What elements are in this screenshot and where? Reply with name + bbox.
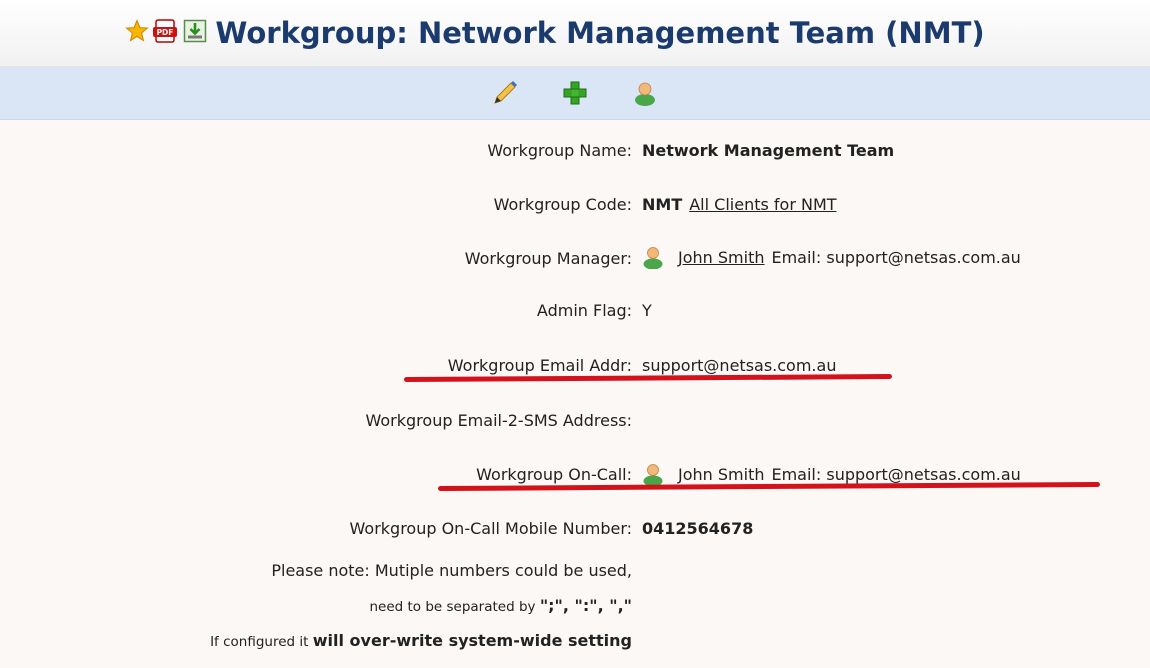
workgroup-email-addr-value: support@netsas.com.au bbox=[642, 356, 837, 375]
row-admin-flag: Admin Flag: Y bbox=[0, 285, 1150, 335]
workgroup-name-value: Network Management Team bbox=[642, 141, 895, 160]
row-workgroup-sms-addr: Workgroup Email-2-SMS Address: bbox=[0, 393, 1150, 449]
row-workgroup-on-call: Workgroup On-Call: John Smith Email: sup… bbox=[0, 448, 1150, 504]
mobile-note-line2-text: need to be separated by bbox=[369, 599, 540, 615]
manager-email-text: Email: support@netsas.com.au bbox=[771, 247, 1021, 267]
row-workgroup-code: Workgroup Code: NMT All Clients for NMT bbox=[0, 182, 1150, 234]
row-workgroup-name: Workgroup Name: Network Management Team bbox=[0, 120, 1150, 183]
title-bar: PDF Workgroup: Network Management Team (… bbox=[0, 0, 1150, 67]
manager-name-link[interactable]: John Smith bbox=[678, 248, 764, 267]
mobile-note-line3-text: If configured it bbox=[210, 634, 313, 650]
on-call-name: John Smith bbox=[678, 464, 765, 484]
row-on-call-mobile: Workgroup On-Call Mobile Number: 0412564… bbox=[0, 503, 1150, 668]
edit-pencil-icon[interactable] bbox=[490, 78, 520, 108]
on-call-mobile-value: 0412564678 bbox=[642, 519, 754, 538]
row-workgroup-email-addr: Workgroup Email Addr: support@netsas.com… bbox=[0, 334, 1150, 394]
workgroup-email-addr-label: Workgroup Email Addr: bbox=[447, 356, 632, 375]
person-icon bbox=[642, 245, 664, 270]
mobile-note-line3: If configured it will over-write system-… bbox=[210, 631, 632, 650]
workgroup-sms-addr-label: Workgroup Email-2-SMS Address: bbox=[365, 411, 633, 430]
mobile-note-warning: will over-write system-wide setting bbox=[312, 631, 632, 650]
add-plus-icon[interactable] bbox=[560, 78, 590, 108]
svg-text:PDF: PDF bbox=[157, 28, 174, 37]
mobile-note-line1: Please note: Mutiple numbers could be us… bbox=[271, 561, 632, 580]
pdf-icon[interactable]: PDF bbox=[153, 19, 179, 47]
person-icon bbox=[642, 462, 664, 487]
workgroup-code-value: NMT bbox=[642, 195, 683, 214]
title-icon-group: PDF bbox=[125, 19, 207, 47]
workgroup-name-label: Workgroup Name: bbox=[487, 141, 632, 160]
star-icon[interactable] bbox=[125, 19, 150, 47]
action-toolbar bbox=[0, 67, 1150, 120]
mobile-note-line2: need to be separated by ";", ":", "," bbox=[369, 596, 632, 615]
admin-flag-value: Y bbox=[642, 301, 652, 320]
all-clients-link[interactable]: All Clients for NMT bbox=[689, 195, 836, 214]
workgroup-code-value-group: NMT All Clients for NMT bbox=[642, 195, 837, 214]
page-title: Workgroup: Network Management Team (NMT) bbox=[215, 16, 985, 50]
on-call-email-text: Email: support@netsas.com.au bbox=[771, 464, 1021, 484]
export-icon[interactable] bbox=[183, 19, 207, 47]
mobile-note-separators: ";", ":", "," bbox=[539, 596, 632, 615]
on-call-mobile-label: Workgroup On-Call Mobile Number: bbox=[349, 519, 632, 538]
workgroup-manager-label: Workgroup Manager: bbox=[464, 249, 632, 268]
row-workgroup-manager: Workgroup Manager: John Smith Email: sup… bbox=[0, 233, 1150, 286]
admin-flag-label: Admin Flag: bbox=[536, 301, 632, 320]
workgroup-code-label: Workgroup Code: bbox=[493, 195, 632, 214]
workgroup-on-call-label: Workgroup On-Call: bbox=[476, 465, 632, 484]
workgroup-manager-value-group: John Smith Email: support@netsas.com.au bbox=[642, 237, 1021, 277]
user-icon[interactable] bbox=[630, 78, 660, 108]
